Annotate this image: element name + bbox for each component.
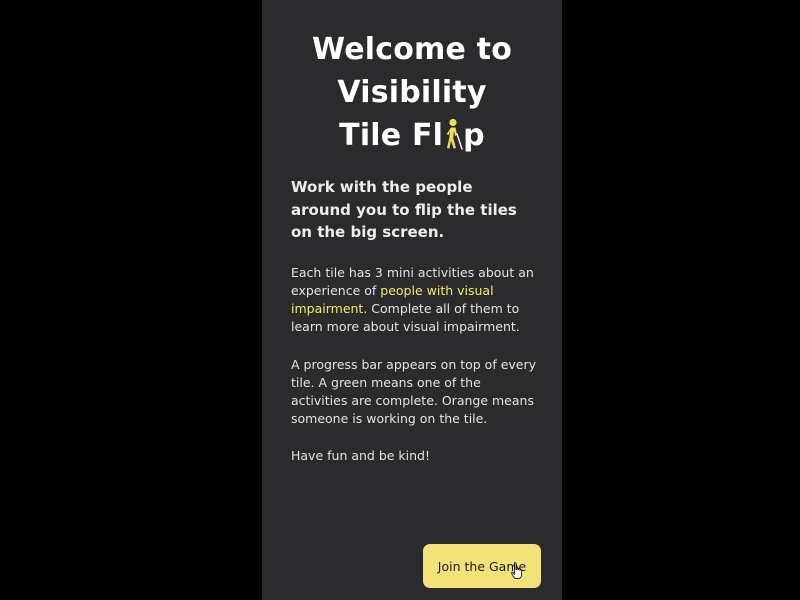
intro-lead: Work with the people around you to flip … [291,178,517,241]
title-line-3-prefix: Tile Fl [339,118,444,153]
page-title: Welcome to Visibility Tile Fl p [262,28,562,157]
app-panel: Welcome to Visibility Tile Fl p Work wit… [262,0,562,600]
title-line-2: Visibility [337,75,487,110]
activities-paragraph: Each tile has 3 mini activities about an… [291,264,541,336]
title-line-3: Tile Fl p [262,114,562,157]
title-line-1: Welcome to [311,32,513,67]
join-game-button[interactable]: Join the Game [423,544,541,588]
closing-paragraph: Have fun and be kind! [291,448,431,463]
walking-person-icon [446,118,463,150]
progress-bar-paragraph: A progress bar appears on top of every t… [291,357,537,426]
title-line-3-suffix: p [463,118,485,153]
